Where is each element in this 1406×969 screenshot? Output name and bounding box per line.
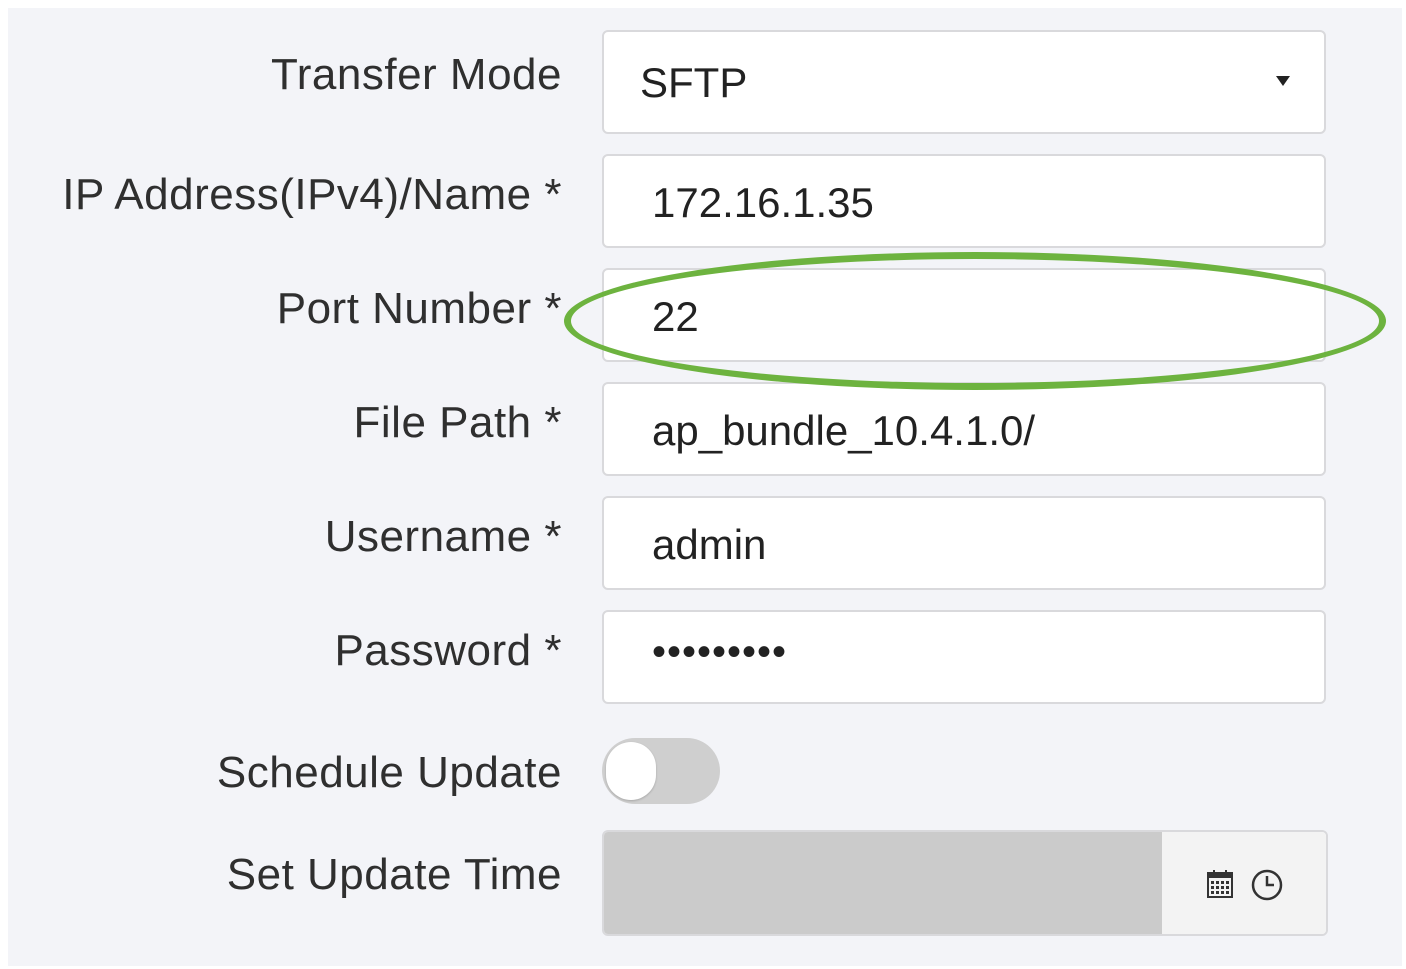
- clock-icon: [1251, 869, 1283, 901]
- chevron-down-icon: [1276, 76, 1290, 86]
- port-number-value: 22: [652, 293, 699, 340]
- username-field[interactable]: admin: [602, 496, 1326, 590]
- transfer-mode-select[interactable]: SFTP: [602, 30, 1326, 134]
- toggle-knob: [606, 742, 656, 800]
- set-update-time-picker: [602, 830, 1328, 936]
- username-label: Username *: [324, 512, 562, 561]
- transfer-mode-value: SFTP: [640, 59, 748, 106]
- port-number-field[interactable]: 22: [602, 268, 1326, 362]
- username-value: admin: [652, 521, 767, 568]
- set-update-time-input[interactable]: [604, 832, 1162, 934]
- transfer-mode-row: Transfer Mode SFTP: [8, 30, 1402, 134]
- schedule-update-row: Schedule Update: [8, 738, 1402, 804]
- calendar-icon: [1207, 870, 1233, 898]
- file-path-value: ap_bundle_10.4.1.0/: [652, 407, 1036, 454]
- password-value: •••••••••: [652, 630, 788, 674]
- set-update-time-label: Set Update Time: [226, 850, 562, 899]
- ip-address-value: 172.16.1.35: [652, 179, 874, 226]
- file-path-field[interactable]: ap_bundle_10.4.1.0/: [602, 382, 1326, 476]
- port-number-row: Port Number * 22: [8, 268, 1402, 362]
- datetime-picker-button[interactable]: [1162, 832, 1326, 934]
- username-row: Username * admin: [8, 496, 1402, 590]
- password-row: Password * •••••••••: [8, 610, 1402, 704]
- software-update-form: Transfer Mode SFTP IP Address(IPv4)/Name…: [8, 8, 1402, 966]
- schedule-update-label: Schedule Update: [216, 748, 562, 797]
- file-path-label: File Path *: [353, 398, 562, 447]
- set-update-time-row: Set Update Time: [8, 830, 1402, 936]
- port-number-label: Port Number *: [276, 284, 562, 333]
- ip-address-field[interactable]: 172.16.1.35: [602, 154, 1326, 248]
- ip-address-label: IP Address(IPv4)/Name *: [62, 170, 562, 219]
- schedule-update-toggle[interactable]: [602, 738, 720, 804]
- password-label: Password *: [334, 626, 562, 675]
- ip-address-row: IP Address(IPv4)/Name * 172.16.1.35: [8, 154, 1402, 248]
- transfer-mode-label: Transfer Mode: [271, 50, 562, 99]
- password-field[interactable]: •••••••••: [602, 610, 1326, 704]
- file-path-row: File Path * ap_bundle_10.4.1.0/: [8, 382, 1402, 476]
